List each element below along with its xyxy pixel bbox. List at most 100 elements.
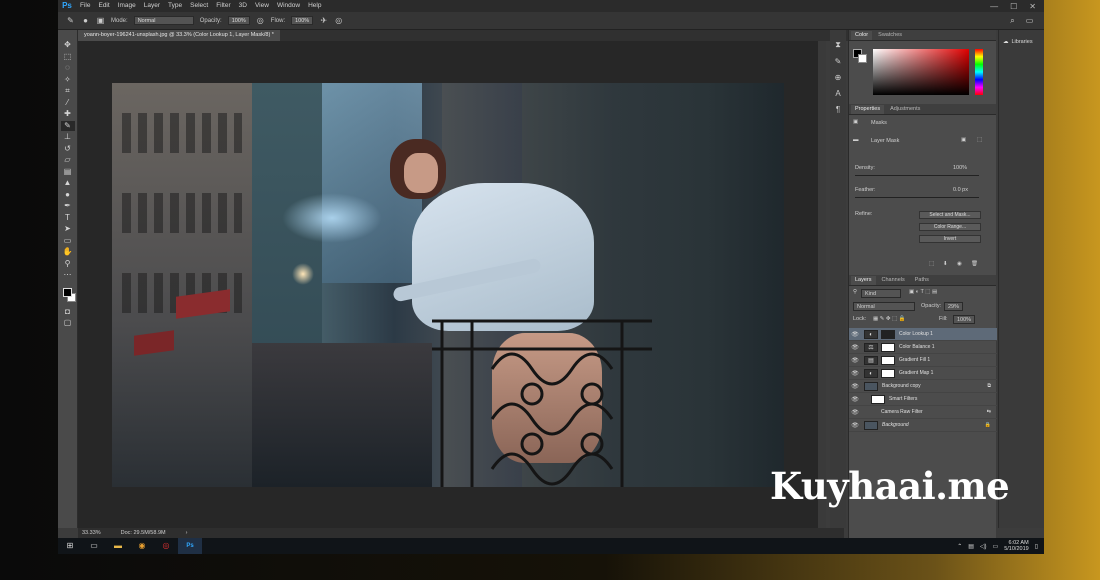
minimize-button[interactable]: — <box>990 2 998 11</box>
layer-row[interactable]: 👁 ▤ Gradient Fill 1 <box>849 354 997 367</box>
tab-layers[interactable]: Layers <box>851 276 876 285</box>
layer-name[interactable]: Background copy <box>882 383 921 389</box>
eye-icon[interactable]: 👁 <box>849 331 861 338</box>
status-arrow-icon[interactable]: › <box>186 528 188 538</box>
path-select-tool-icon[interactable]: ➤ <box>61 224 75 235</box>
more-tools-icon[interactable]: ⋯ <box>61 270 75 281</box>
filter-icons[interactable]: ▣ ◐ T ⬚ ▤ <box>909 289 937 295</box>
feather-slider[interactable] <box>855 197 979 198</box>
eye-icon[interactable]: 👁 <box>849 409 861 416</box>
pen-tool-icon[interactable]: ✒ <box>61 201 75 212</box>
quick-mask-icon[interactable]: ◘ <box>61 307 75 318</box>
notifications-icon[interactable]: ▯ <box>1035 543 1038 550</box>
opera-icon[interactable]: ◎ <box>154 538 178 554</box>
layer-name[interactable]: Background <box>882 422 909 428</box>
menu-file[interactable]: File <box>76 0 94 12</box>
menu-filter[interactable]: Filter <box>212 0 234 12</box>
lasso-tool-icon[interactable]: ◌ <box>61 63 75 74</box>
hue-slider[interactable] <box>975 49 983 95</box>
color-picker-field[interactable] <box>873 49 969 95</box>
clock[interactable]: 6:02 AM 5/10/2019 <box>1004 540 1028 552</box>
libraries-button[interactable]: ☁ Libraries <box>1001 38 1042 47</box>
menu-view[interactable]: View <box>251 0 273 12</box>
menu-select[interactable]: Select <box>186 0 212 12</box>
paragraph-panel-icon[interactable]: ¶ <box>832 105 844 114</box>
windows-start-icon[interactable]: ⊞ <box>58 538 82 554</box>
chrome-icon[interactable]: ◉ <box>130 538 154 554</box>
clone-stamp-tool-icon[interactable]: ⊥ <box>61 132 75 143</box>
color-range-button[interactable]: Color Range... <box>919 223 981 231</box>
eye-icon[interactable]: 👁 <box>849 383 861 390</box>
network-icon[interactable]: ▤ <box>968 543 974 550</box>
brush-tool-icon[interactable]: ✎ <box>66 16 75 25</box>
density-slider[interactable] <box>855 175 979 176</box>
battery-icon[interactable]: ▭ <box>993 543 999 550</box>
add-pixel-mask-icon[interactable]: ▣ <box>961 137 966 143</box>
clone-source-panel-icon[interactable]: ⊕ <box>832 73 844 82</box>
layer-name[interactable]: Gradient Fill 1 <box>899 357 930 363</box>
task-view-icon[interactable]: ▭ <box>82 538 106 554</box>
eye-icon[interactable]: 👁 <box>849 344 861 351</box>
menu-image[interactable]: Image <box>114 0 140 12</box>
layer-row[interactable]: 👁 Smart Filters <box>849 393 997 406</box>
menu-window[interactable]: Window <box>273 0 304 12</box>
rectangle-tool-icon[interactable]: ▭ <box>61 236 75 247</box>
menu-layer[interactable]: Layer <box>140 0 164 12</box>
tab-properties[interactable]: Properties <box>851 105 885 114</box>
menu-type[interactable]: Type <box>164 0 186 12</box>
lock-icons[interactable]: ▦ ✎ ✥ ⬚ 🔒 <box>873 316 906 322</box>
tab-color[interactable]: Color <box>851 31 873 40</box>
foreground-color-swatch[interactable] <box>63 287 72 297</box>
airbrush-icon[interactable]: ✈ <box>319 16 328 25</box>
tab-channels[interactable]: Channels <box>878 276 909 285</box>
fill-field[interactable]: 100% <box>953 315 976 324</box>
tray-expand-icon[interactable]: ⌃ <box>957 543 962 550</box>
apply-mask-icon[interactable]: ⬇ <box>943 261 948 267</box>
menu-3d[interactable]: 3D <box>235 0 251 12</box>
delete-mask-icon[interactable]: 🗑 <box>971 261 978 267</box>
add-vector-mask-icon[interactable]: ⬚ <box>977 137 982 143</box>
layer-name[interactable]: Smart Filters <box>889 396 917 402</box>
visibility-icon[interactable]: ◉ <box>957 261 962 267</box>
tab-adjustments[interactable]: Adjustments <box>886 105 924 114</box>
volume-icon[interactable]: ◁) <box>980 543 987 550</box>
feather-value[interactable]: 0.0 px <box>953 187 968 193</box>
zoom-tool-icon[interactable]: ⚲ <box>61 259 75 270</box>
eye-icon[interactable]: 👁 <box>849 357 861 364</box>
filter-kind-select[interactable]: Kind <box>861 289 901 298</box>
character-panel-icon[interactable]: A <box>832 89 844 98</box>
layer-opacity-field[interactable]: 29% <box>944 302 964 311</box>
dodge-tool-icon[interactable]: ● <box>61 190 75 201</box>
tab-paths[interactable]: Paths <box>911 276 933 285</box>
layer-row[interactable]: 👁 ◐ Color Lookup 1 <box>849 328 997 341</box>
photoshop-taskbar-icon[interactable]: Ps <box>178 538 202 554</box>
eye-icon[interactable]: 👁 <box>849 396 861 403</box>
blur-tool-icon[interactable]: ▲ <box>61 178 75 189</box>
maximize-button[interactable]: ☐ <box>1010 2 1017 11</box>
load-selection-icon[interactable]: ⬚ <box>929 261 934 267</box>
brush-settings-icon[interactable]: ▣ <box>96 16 105 25</box>
canvas-scrollbar[interactable] <box>818 41 826 528</box>
pressure-size-icon[interactable]: ◎ <box>334 16 343 25</box>
menu-edit[interactable]: Edit <box>94 0 113 12</box>
pressure-opacity-icon[interactable]: ◎ <box>256 16 265 25</box>
layer-name[interactable]: Camera Raw Filter <box>881 409 923 415</box>
brush-preset-icon[interactable]: ● <box>81 16 90 25</box>
layer-row[interactable]: 👁 ◐ Gradient Map 1 <box>849 367 997 380</box>
filter-options-icon[interactable]: ⇆ <box>987 409 997 415</box>
gradient-tool-icon[interactable]: ▤ <box>61 167 75 178</box>
screen-mode-icon[interactable]: ▢ <box>61 318 75 329</box>
layer-row[interactable]: 👁 Camera Raw Filter ⇆ <box>849 406 997 419</box>
document-tab[interactable]: yoann-boyer-196241-unsplash.jpg @ 33.3% … <box>78 30 280 41</box>
menu-help[interactable]: Help <box>304 0 325 12</box>
workspace-icon[interactable]: ▭ <box>1025 16 1034 25</box>
quick-select-tool-icon[interactable]: ✧ <box>61 75 75 86</box>
document-image[interactable] <box>112 83 784 487</box>
marquee-tool-icon[interactable]: ⬚ <box>61 52 75 63</box>
eye-icon[interactable]: 👁 <box>849 422 861 429</box>
pixel-mask-icon[interactable]: ▣ <box>853 119 858 125</box>
flow-field[interactable]: 100% <box>291 16 314 25</box>
zoom-level[interactable]: 33.33% <box>82 528 101 538</box>
eyedropper-tool-icon[interactable]: ⁄ <box>61 98 75 109</box>
layer-row[interactable]: 👁 Background copy ⧉ <box>849 380 997 393</box>
